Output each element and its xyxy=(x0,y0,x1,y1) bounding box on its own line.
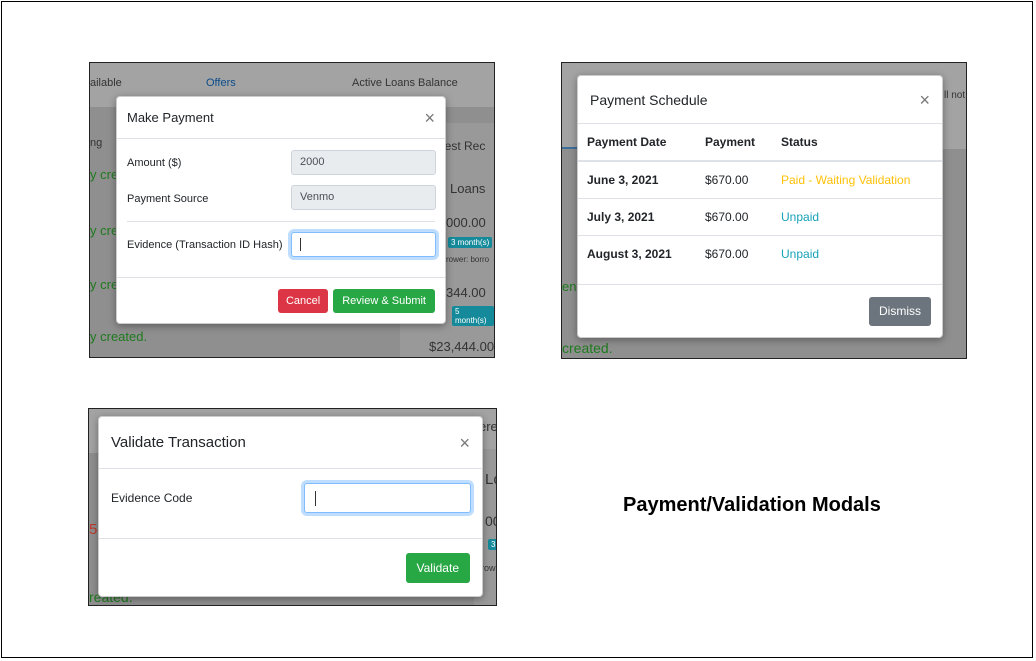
bg-link-offers: Offers xyxy=(206,77,236,89)
modal-title: Make Payment xyxy=(127,110,214,125)
status-text: Unpaid xyxy=(772,234,942,272)
payment-date: August 3, 2021 xyxy=(578,234,696,272)
payment-date: June 3, 2021 xyxy=(578,160,696,198)
validate-transaction-screenshot: ere Lo 5 00 3 row reated. Validate Trans… xyxy=(88,408,497,606)
bg-fragment: row xyxy=(481,563,496,573)
close-icon[interactable]: × xyxy=(459,434,470,452)
text-caret xyxy=(300,238,301,251)
payment-source-field[interactable]: Venmo xyxy=(291,185,436,210)
table-row: July 3, 2021 $670.00 Unpaid xyxy=(578,197,942,235)
payment-amount: $670.00 xyxy=(696,160,772,198)
schedule-table: Payment Date Payment Status June 3, 2021… xyxy=(578,124,942,272)
bg-fragment: y cre xyxy=(90,277,119,292)
bg-fragment: 5 xyxy=(89,521,98,538)
review-submit-button[interactable]: Review & Submit xyxy=(333,288,435,313)
close-icon[interactable]: × xyxy=(424,109,435,127)
table-row: August 3, 2021 $670.00 Unpaid xyxy=(578,234,942,272)
bg-fragment: ll not xyxy=(944,90,966,101)
payment-date: July 3, 2021 xyxy=(578,197,696,235)
amount-label: Amount ($) xyxy=(127,157,182,169)
amount-field[interactable]: 2000 xyxy=(291,150,436,175)
bg-fragment: 000.00 xyxy=(446,215,486,230)
table-row: June 3, 2021 $670.00 Paid - Waiting Vali… xyxy=(578,160,942,198)
column-header: Payment Date xyxy=(578,124,696,162)
bg-fragment: Active Loans Balance xyxy=(352,77,458,89)
bg-fragment: created. xyxy=(562,340,613,356)
bg-badge: 5 month(s) xyxy=(452,306,494,326)
bg-fragment: $23,444.00 xyxy=(429,339,495,354)
make-payment-screenshot: ailable Offers Active Loans Balance ng y… xyxy=(89,62,495,358)
modal-header: Make Payment × xyxy=(117,97,445,139)
bg-fragment: 00 xyxy=(485,513,496,529)
bg-fragment: y cre xyxy=(90,223,119,238)
modal-title: Payment Schedule xyxy=(590,91,708,108)
payment-source-label: Payment Source xyxy=(127,193,209,205)
text-caret xyxy=(315,491,316,506)
validate-transaction-modal: Validate Transaction × Evidence Code Val… xyxy=(98,416,483,597)
bg-fragment: Lo xyxy=(485,471,496,488)
modal-footer: Cancel Review & Submit xyxy=(117,277,445,323)
bg-fragment: rower: borro xyxy=(446,255,490,264)
bg-fragment: Loans xyxy=(450,181,486,196)
evidence-label: Evidence (Transaction ID Hash) xyxy=(127,239,283,251)
evidence-code-label: Evidence Code xyxy=(111,491,193,505)
modal-footer: Validate xyxy=(99,538,482,596)
status-text: Paid - Waiting Validation xyxy=(772,160,942,198)
bg-fragment: y cre xyxy=(90,167,119,182)
schedule-table-wrap: Payment Date Payment Status June 3, 2021… xyxy=(578,124,942,272)
table-header-row: Payment Date Payment Status xyxy=(578,124,942,162)
modal-header: Payment Schedule × xyxy=(578,76,942,124)
bg-fragment: 344.00 xyxy=(446,285,486,300)
modal-title: Validate Transaction xyxy=(111,434,246,451)
status-text: Unpaid xyxy=(772,197,942,235)
column-header: Payment xyxy=(696,124,772,162)
dismiss-button[interactable]: Dismiss xyxy=(869,296,931,326)
cancel-button[interactable]: Cancel xyxy=(277,288,329,313)
modal-header: Validate Transaction × xyxy=(99,417,482,469)
bg-badge: 3 month(s) xyxy=(448,237,493,248)
payment-schedule-modal: Payment Schedule × Payment Date Payment … xyxy=(577,75,943,338)
figure-caption: Payment/Validation Modals xyxy=(623,494,881,516)
modal-footer: Dismiss xyxy=(578,284,942,337)
payment-schedule-screenshot: ll not enc created. Payment Schedule × P… xyxy=(561,62,967,359)
payment-amount: $670.00 xyxy=(696,234,772,272)
evidence-input[interactable] xyxy=(291,232,436,257)
payment-amount: $670.00 xyxy=(696,197,772,235)
bg-badge: 3 xyxy=(488,539,496,550)
close-icon[interactable]: × xyxy=(919,91,930,109)
validate-button[interactable]: Validate xyxy=(405,552,470,583)
make-payment-modal: Make Payment × Amount ($) 2000 Payment S… xyxy=(116,96,446,324)
bg-fragment: ailable xyxy=(90,77,122,89)
evidence-code-input[interactable] xyxy=(304,483,471,513)
column-header: Status xyxy=(772,124,942,162)
divider xyxy=(127,221,435,222)
bg-fragment: y created. xyxy=(90,329,148,344)
bg-fragment: ng xyxy=(90,137,103,149)
